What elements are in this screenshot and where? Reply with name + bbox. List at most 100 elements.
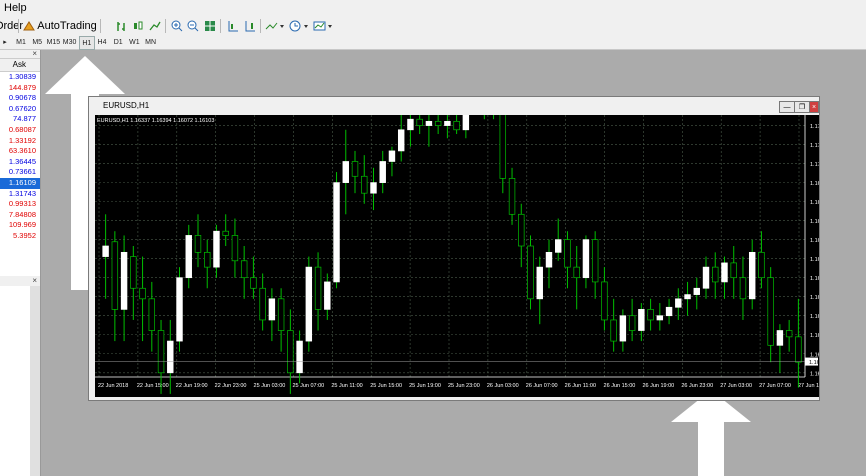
candle-body — [342, 161, 349, 183]
candle-body — [370, 182, 377, 194]
candle-body — [610, 319, 617, 342]
candle-body — [462, 115, 470, 131]
chart-info-label: EURUSD,H1 1.16337 1.16394 1.16072 1.1610… — [97, 118, 214, 124]
candle-body — [351, 161, 359, 177]
price-tick-label: 1.16050 — [810, 371, 819, 377]
candle-body — [204, 251, 211, 268]
candle-body — [434, 120, 442, 126]
time-tick-label: 22 Jun 19:00 — [176, 383, 208, 389]
price-tick-label: 1.17040 — [810, 162, 819, 168]
price-tick-label: 1.16950 — [810, 181, 819, 187]
close-button[interactable]: × — [809, 101, 819, 113]
candle-body — [795, 336, 802, 363]
minimize-button[interactable]: — — [779, 101, 795, 113]
time-tick-label: 26 Jun 19:00 — [642, 383, 674, 389]
candle-body — [130, 256, 137, 289]
candle-body — [305, 266, 313, 342]
candle-body — [277, 298, 285, 331]
candle-body — [638, 309, 645, 331]
candle-body — [555, 239, 562, 253]
candle-body — [213, 230, 220, 268]
time-tick-label: 25 Jun 19:00 — [409, 383, 441, 389]
candle-body — [425, 120, 433, 126]
candle-body — [619, 315, 627, 342]
candle-body — [111, 241, 119, 310]
candle-body — [591, 239, 599, 283]
candle-body — [702, 266, 710, 289]
candle-body — [518, 213, 525, 247]
candle-body — [656, 315, 664, 321]
candle-body — [259, 287, 266, 321]
candle-body — [379, 161, 386, 183]
candle-body — [675, 298, 682, 308]
candle-body — [268, 298, 276, 321]
candle-body — [527, 245, 534, 300]
candle-body — [499, 115, 507, 179]
candle-body — [222, 230, 229, 236]
current-price-label: 1.16103 — [809, 360, 819, 366]
candle-body — [721, 262, 728, 283]
candle-body — [120, 251, 128, 310]
time-tick-label: 27 Jun 11:00 — [798, 383, 819, 389]
candle-body — [573, 266, 580, 279]
time-tick-label: 25 Jun 23:00 — [448, 383, 480, 389]
time-tick-label: 25 Jun 03:00 — [254, 383, 286, 389]
chart-background — [95, 115, 819, 397]
time-tick-label: 27 Jun 07:00 — [759, 383, 791, 389]
candle-body — [287, 330, 294, 374]
candle-body — [407, 118, 414, 131]
price-tick-label: 1.16230 — [810, 333, 819, 339]
price-tick-label: 1.16500 — [810, 276, 819, 282]
candle-body — [628, 315, 636, 331]
candle-body — [582, 239, 590, 279]
candle-body — [776, 330, 784, 346]
time-tick-label: 26 Jun 07:00 — [526, 383, 558, 389]
time-tick-label: 25 Jun 15:00 — [370, 383, 402, 389]
candle-body — [148, 298, 156, 331]
candle-body — [453, 120, 460, 131]
candle-body — [730, 262, 737, 279]
candle-body — [758, 251, 765, 279]
price-tick-label: 1.17220 — [810, 124, 819, 130]
candle-body — [712, 266, 719, 283]
candle-body — [536, 266, 543, 300]
candle-body — [194, 235, 202, 253]
candle-body — [102, 245, 109, 257]
price-tick-label: 1.16410 — [810, 295, 819, 301]
price-chart[interactable]: 1.17220 1.17130 1.17040 1.16950 1.16860 1.167… — [95, 115, 819, 397]
time-tick-label: 25 Jun 07:00 — [292, 383, 324, 389]
candle-body — [767, 277, 774, 346]
candle-body — [176, 277, 183, 342]
up-arrow-right — [671, 390, 751, 476]
time-tick-label: 22 Jun 15:00 — [137, 383, 169, 389]
candle-body — [601, 281, 608, 321]
price-tick-label: 1.16860 — [810, 200, 819, 206]
candle-body — [444, 120, 451, 126]
candle-body — [167, 340, 174, 374]
candle-body — [250, 277, 257, 289]
chart-window: EURUSD,H1 — ❐ × 1.172201.171301.170401.1… — [88, 96, 820, 401]
price-tick-label: 1.16590 — [810, 257, 819, 263]
time-tick-label: 25 Jun 11:00 — [331, 383, 362, 389]
time-tick-label: 22 Jun 23:00 — [215, 383, 247, 389]
price-tick-label: 1.17130 — [810, 143, 819, 149]
candle-body — [185, 235, 192, 279]
time-tick-label: 26 Jun 23:00 — [681, 383, 713, 389]
restore-button[interactable]: ❐ — [794, 101, 810, 113]
candle-body — [139, 287, 146, 300]
candle-body — [324, 281, 331, 310]
candle-body — [416, 118, 423, 126]
price-tick-label: 1.16320 — [810, 314, 819, 320]
candle-body — [231, 235, 239, 262]
price-tick-label: 1.16770 — [810, 219, 819, 225]
candle-body — [314, 266, 322, 310]
candle-body — [693, 287, 700, 295]
time-tick-label: 26 Jun 15:00 — [604, 383, 636, 389]
candle-body — [388, 150, 396, 162]
candle-body — [361, 175, 368, 194]
time-tick-label: 27 Jun 03:00 — [720, 383, 752, 389]
candle-body — [545, 251, 553, 268]
candle-body — [748, 251, 756, 300]
time-tick-label: 22 Jun 2018 — [98, 383, 128, 389]
time-tick-label: 26 Jun 11:00 — [565, 383, 596, 389]
